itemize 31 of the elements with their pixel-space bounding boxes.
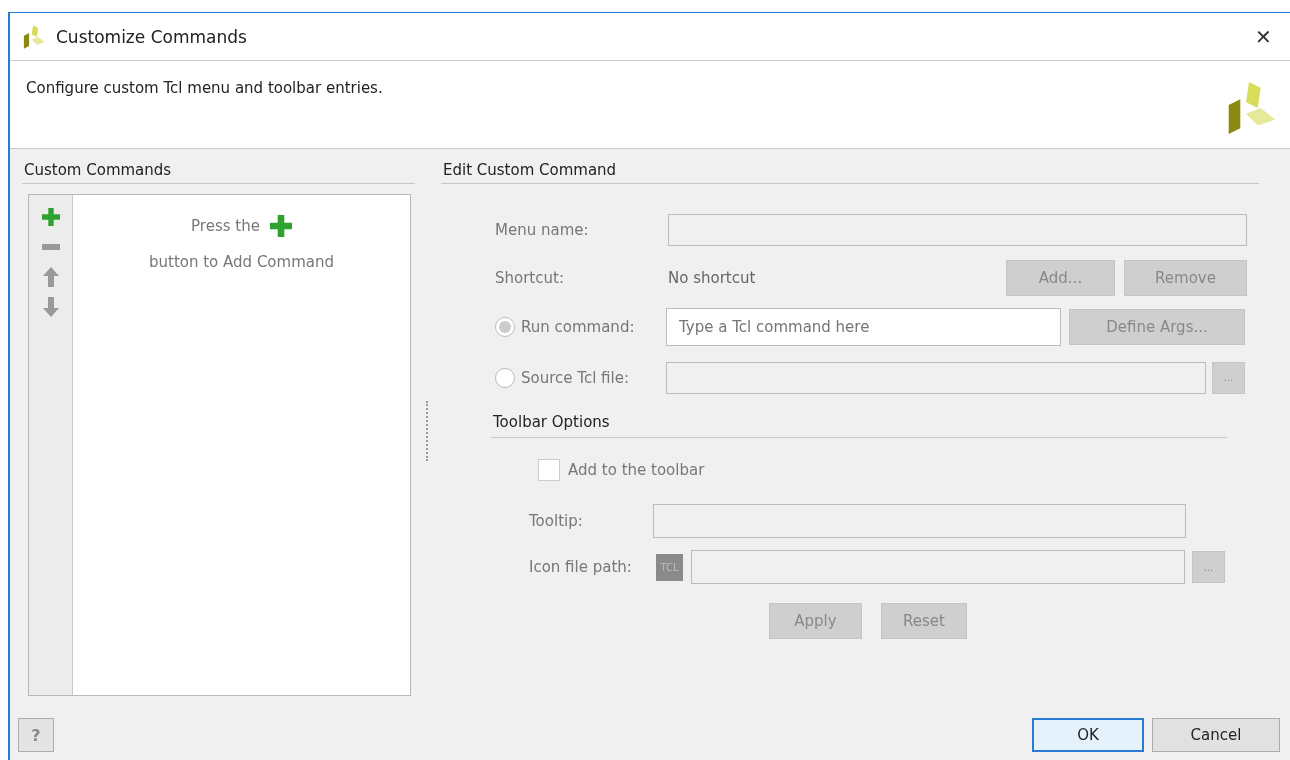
minus-icon (41, 244, 60, 250)
description-text: Configure custom Tcl menu and toolbar entries. (26, 79, 383, 97)
browse-button[interactable]: ... (1212, 361, 1245, 394)
radio-label: Run command: (521, 317, 635, 336)
checkbox-label: Add to the toolbar (568, 461, 705, 479)
cancel-button[interactable]: Cancel (1152, 718, 1280, 752)
radio-label: Source Tcl file: (521, 368, 629, 387)
radio-button[interactable] (495, 367, 515, 388)
radio-button[interactable] (495, 316, 515, 337)
field-label: Menu name: (495, 220, 590, 239)
help-button[interactable]: ? (18, 718, 54, 752)
window-title: Customize Commands (56, 26, 247, 47)
plus-icon (269, 215, 292, 237)
hint-text: button to Add Command (149, 253, 334, 271)
section-title: Custom Commands (22, 161, 415, 184)
checkbox[interactable] (538, 459, 560, 481)
splitter-handle[interactable] (426, 401, 430, 461)
field-label: Shortcut: (495, 269, 565, 287)
field-label: Tooltip: (528, 512, 584, 530)
up-arrow-icon (42, 267, 59, 287)
close-button[interactable]: ✕ (1251, 24, 1276, 49)
browse-button[interactable]: ... (1192, 551, 1225, 583)
field-label: Icon file path: (528, 558, 633, 576)
ok-button[interactable]: OK (1032, 718, 1144, 752)
add-icon (41, 208, 60, 226)
section-title: Toolbar Options (491, 413, 1227, 438)
hint-text: Press the (191, 217, 260, 235)
down-arrow-icon (42, 297, 59, 317)
command-field[interactable]: Type a Tcl command here (666, 307, 1061, 346)
shortcut-value: No shortcut (668, 269, 757, 287)
section-title: Edit Custom Command (441, 161, 1259, 184)
